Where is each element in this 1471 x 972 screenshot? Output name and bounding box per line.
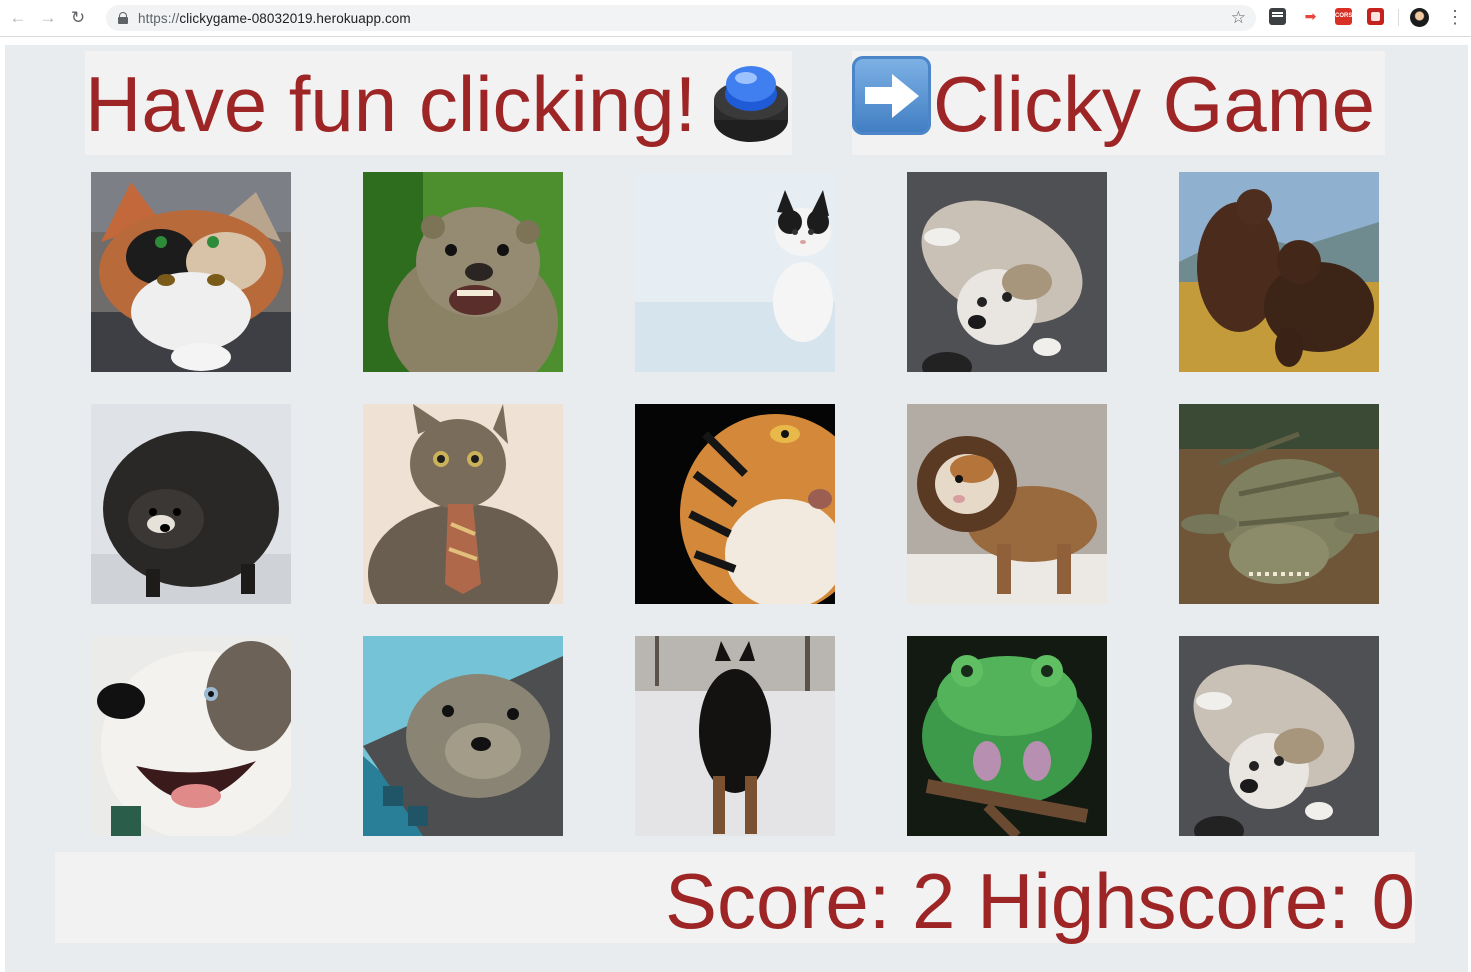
guinea-pig-lion-image [907,404,1107,604]
red-extension-icon[interactable] [1367,8,1384,25]
score-line: Score: 2 Highscore: 0 [665,856,1415,946]
tiger-image [635,404,835,604]
calico-cat-image [91,172,291,372]
card-otter[interactable] [363,172,563,372]
fighting-bears-image [1179,172,1379,372]
kitten-in-snow-image [635,172,835,372]
back-arrow-icon[interactable]: ← [6,6,30,30]
url-text: https://clickygame-08032019.herokuapp.co… [138,11,411,26]
card-husky[interactable] [91,636,291,836]
toolbar-divider [1398,9,1399,26]
reload-icon[interactable]: ↻ [66,6,90,30]
seal-image [363,636,563,836]
left-title: Have fun clicking! [85,60,697,148]
profile-avatar[interactable] [1410,8,1429,27]
right-title-banner: Clicky Game [852,51,1385,155]
card-green-frog[interactable] [907,636,1107,836]
right-title: Clicky Game [933,60,1376,148]
red-buzzer-button-icon [714,66,788,142]
card-raccoon-dog[interactable] [91,404,291,604]
card-seal[interactable] [363,636,563,836]
card-black-shepherd-dog[interactable] [635,636,835,836]
address-bar[interactable]: https://clickygame-08032019.herokuapp.co… [106,5,1256,31]
highscore-value: 0 [1371,857,1415,945]
card-terrier-puppy[interactable] [907,172,1107,372]
url-protocol: https:// [138,10,180,26]
lock-icon [118,12,128,24]
bookmark-star-icon[interactable]: ☆ [1231,8,1246,28]
cors-extension-icon[interactable]: CORS [1335,8,1352,25]
card-guinea-pig-lion[interactable] [907,404,1107,604]
url-host: clickygame-08032019.herokuapp.com [179,10,411,26]
black-shepherd-dog-image [635,636,835,836]
card-terrier-puppy-2[interactable] [1179,636,1379,836]
highscore-label: Highscore: [977,857,1372,945]
otter-image [363,172,563,372]
card-cat-with-tie[interactable] [363,404,563,604]
husky-image [91,636,291,836]
card-fighting-bears[interactable] [1179,172,1379,372]
card-crocodile[interactable] [1179,404,1379,604]
card-calico-cat[interactable] [91,172,291,372]
cat-with-tie-image [363,404,563,604]
kebab-menu-icon[interactable]: ⋮ [1446,8,1464,26]
arrow-extension-icon[interactable]: ➡ [1302,8,1319,25]
browser-toolbar: ← → ↻ https://clickygame-08032019.heroku… [0,0,1471,37]
raccoon-dog-image [91,404,291,604]
left-title-banner: Have fun clicking! [85,51,792,155]
forward-arrow-icon[interactable]: → [36,6,60,30]
crocodile-image [1179,404,1379,604]
score-banner: Score: 2 Highscore: 0 [55,852,1415,946]
card-kitten-in-snow[interactable] [635,172,835,372]
card-tiger[interactable] [635,404,835,604]
score-label: Score: [664,857,913,945]
menu-extension-icon[interactable] [1269,8,1286,25]
right-arrow-icon [852,56,931,135]
terrier-puppy-image [1179,636,1379,836]
score-value: 2 [912,857,956,945]
terrier-puppy-image [907,172,1107,372]
green-frog-image [907,636,1107,836]
page-body: Have fun clicking! Clicky Game Score: 2 … [5,45,1468,972]
